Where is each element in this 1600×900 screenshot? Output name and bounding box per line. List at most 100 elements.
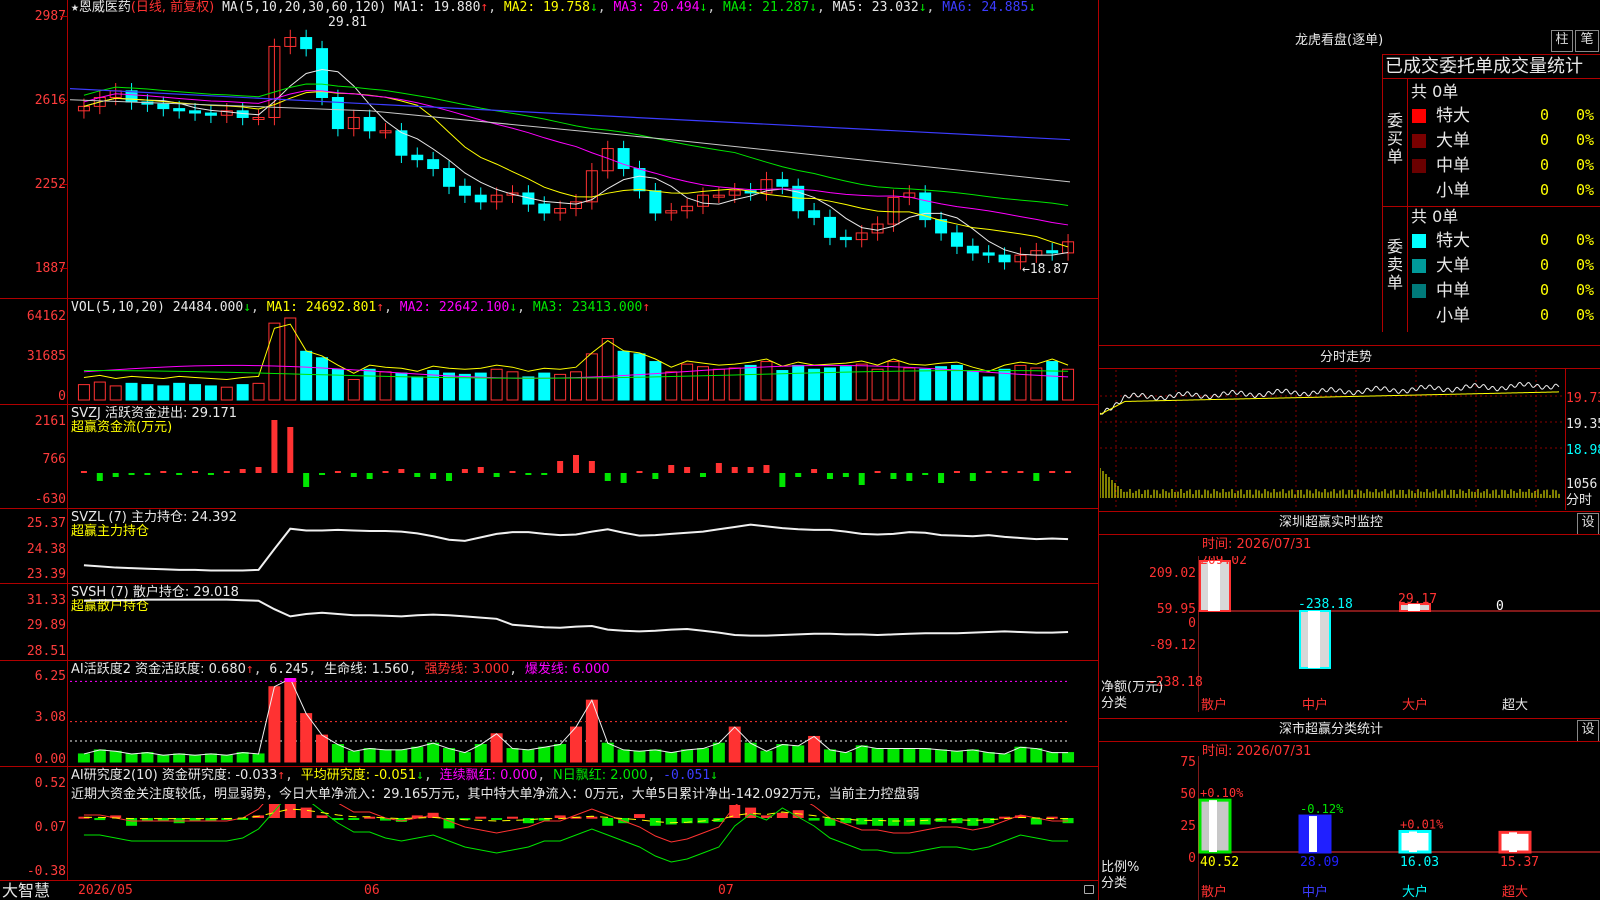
monitor-axis-1: 209.02 — [1149, 566, 1196, 581]
activity-bar — [331, 744, 344, 763]
buy-row-count: 0 — [1540, 156, 1550, 174]
ai-axis-2: 3.08 — [34, 710, 66, 725]
price-axis-1: 2987 — [34, 9, 66, 24]
activity-bar — [427, 742, 440, 763]
monitor-axis-4: -89.12 — [1149, 638, 1196, 653]
tick-view-button[interactable]: 笔 — [1575, 30, 1599, 52]
sell-row-swatch — [1412, 259, 1426, 273]
candle-body — [189, 110, 202, 114]
activity-bar — [681, 749, 694, 763]
activity-bar — [395, 749, 408, 763]
fund-bar — [541, 473, 548, 475]
monitor-bar-chart[interactable]: 209.02 -238.18 29.17 0 — [1198, 556, 1600, 712]
activity-bar — [411, 746, 424, 763]
svzj-axis-1: 2161 — [34, 414, 66, 429]
fund-bar — [1065, 471, 1072, 473]
candle-body — [839, 236, 852, 241]
volume-bar — [141, 384, 154, 401]
intraday-axis-3: 18.98 — [1566, 443, 1600, 458]
svsh-chart[interactable] — [70, 590, 1096, 658]
ai-axis-3: 0.00 — [34, 752, 66, 767]
ai-research-chart[interactable] — [70, 804, 1096, 878]
monitor-time: 时间: 2026/07/31 — [1202, 537, 1312, 552]
candle-body — [316, 48, 329, 98]
activity-bar — [316, 734, 329, 763]
research-bar — [872, 818, 884, 826]
research-bar — [507, 816, 519, 819]
activity-bar — [887, 748, 900, 763]
research-bar — [348, 818, 360, 820]
intraday-axis-1: 19.73 — [1566, 391, 1600, 406]
activity-bar — [665, 752, 678, 763]
ai-research-comment: 近期大资金关注度较低，明显弱势，今日大单净流入：29.165万元，其中特大单净流… — [71, 787, 920, 802]
stock-mode[interactable]: (日线, 前复权) — [131, 0, 214, 15]
vol-axis-3: 0 — [58, 389, 66, 404]
research-bar — [554, 815, 566, 818]
activity-bar — [696, 748, 709, 763]
activity-bar — [633, 750, 646, 763]
price-axis-3: 2252 — [34, 177, 66, 192]
sep-ai-research — [0, 766, 1099, 767]
ma5-line — [70, 99, 1071, 183]
research-bar — [951, 818, 963, 824]
ai-axis-1: 6.25 — [34, 669, 66, 684]
research-bar — [284, 804, 296, 818]
research-bar — [919, 818, 931, 825]
buy-side-label: 委买单 — [1387, 111, 1404, 166]
buy-row-label: 小单 — [1436, 181, 1470, 201]
svzl-axis-2: 24.38 — [26, 542, 66, 557]
buy-row-swatch — [1412, 159, 1426, 173]
fund-bar — [144, 473, 151, 475]
svzj-chart[interactable] — [70, 420, 1096, 506]
research-axis-2: 0.07 — [34, 820, 66, 835]
stat-change: +0.10% — [1200, 786, 1244, 800]
ai-research-label: AI研究度2(10) 资金研究度: -0.033 — [71, 768, 278, 783]
buy-total: 共 0单 — [1411, 82, 1459, 101]
activity-bar — [506, 748, 519, 763]
favorite-star-icon[interactable]: ★ — [71, 0, 79, 15]
activity-bar — [204, 753, 217, 763]
sep-svzj-svzl — [0, 508, 1099, 509]
stat-bar-chart[interactable]: 40.52 +0.10% 28.09 -0.12% 16.03 +0.01% 15.37 — [1198, 756, 1600, 900]
ma6-line — [70, 88, 1071, 141]
buy-row-label: 大单 — [1436, 131, 1470, 151]
sell-row-count: 0 — [1540, 256, 1550, 274]
activity-bar — [950, 750, 963, 763]
stat-settings-button[interactable]: 设 — [1577, 720, 1599, 742]
sell-row-pct: 0% — [1576, 231, 1595, 249]
svzl-chart[interactable] — [70, 512, 1096, 582]
monitor-settings-button[interactable]: 设 — [1577, 513, 1599, 535]
price-header: ★恩威医药(日线, 前复权) MA(5,10,20,30,60,120) MA1… — [71, 0, 1037, 15]
buy-row-pct: 0% — [1576, 181, 1595, 199]
sep-svzl-svsh — [0, 583, 1099, 584]
intraday-chart[interactable] — [1100, 370, 1566, 510]
vol-value: 24484.000 — [172, 300, 244, 315]
fund-bar — [811, 469, 818, 473]
column-view-button[interactable]: 柱 — [1551, 30, 1573, 52]
candlestick-chart[interactable] — [70, 18, 1096, 296]
ai-activity-chart[interactable] — [70, 674, 1096, 764]
stat-title: 深市超赢分类统计 — [1279, 722, 1384, 737]
volume-chart[interactable] — [70, 316, 1096, 402]
activity-bar — [760, 750, 773, 763]
stat-change: +0.01% — [1400, 817, 1444, 831]
volume-bar — [268, 322, 281, 401]
ma3-value: MA3: 20.494 — [613, 0, 700, 15]
research-bar — [522, 818, 534, 824]
research-bar — [300, 807, 312, 818]
buy-row-pct: 0% — [1576, 106, 1595, 124]
candle-body — [427, 159, 440, 170]
fund-bar — [493, 473, 500, 477]
fund-bar — [557, 461, 564, 473]
monitor-title: 深圳超赢实时监控 — [1279, 515, 1384, 530]
monitor-cat-2: 中户 — [1302, 698, 1329, 713]
activity-bar — [220, 754, 233, 763]
buy-row-label: 特大 — [1436, 106, 1470, 126]
fund-bar — [334, 471, 341, 473]
lock-icon[interactable] — [1084, 885, 1094, 894]
research-axis-1: 0.52 — [34, 776, 66, 791]
volume-bar — [331, 368, 344, 401]
ai-research-avg: 平均研究度: -0.051 — [300, 768, 417, 783]
ma6-value: MA6: 24.885 — [942, 0, 1029, 15]
sell-row-swatch — [1412, 234, 1426, 248]
